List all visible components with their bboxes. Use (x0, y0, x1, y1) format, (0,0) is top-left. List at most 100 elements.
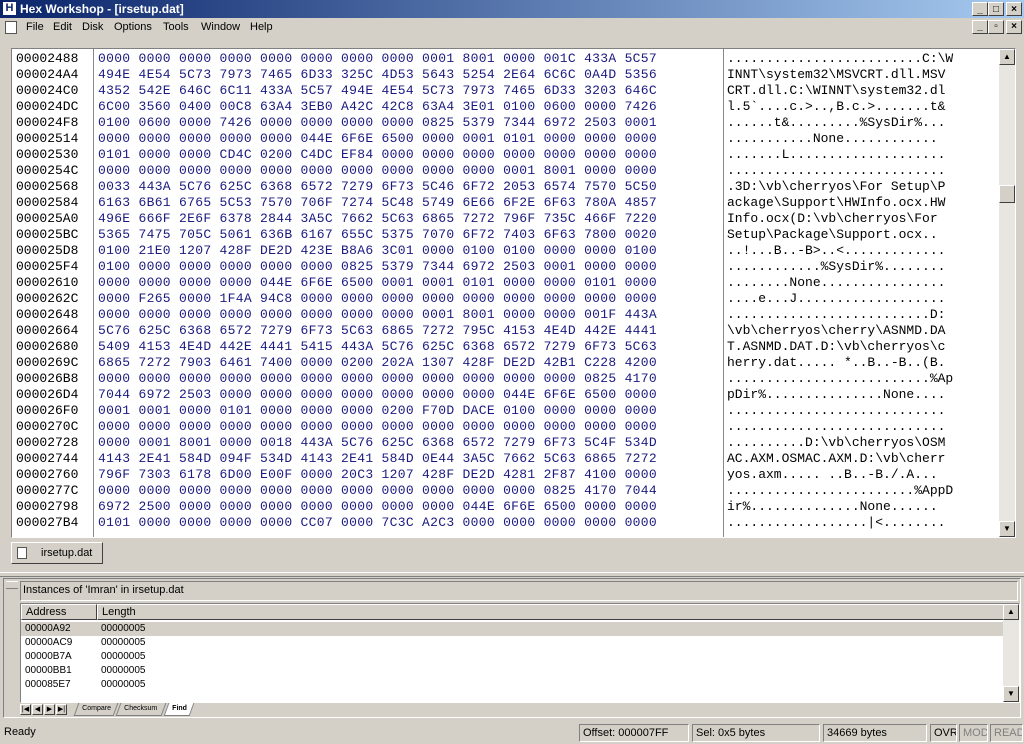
hex-row-bytes[interactable]: 5365 7475 705C 5061 636B 6167 655C 5375 … (98, 227, 657, 243)
scroll-thumb[interactable] (999, 185, 1015, 203)
hex-row-ascii[interactable]: ..........D:\vb\cherryos\OSM (727, 435, 945, 451)
hex-row-ascii[interactable]: ..!...B..-B>..<............. (727, 243, 945, 259)
hex-row[interactable]: 00002584 6163 6B61 6765 5C53 7570 706F 72… (12, 195, 997, 211)
hex-row[interactable]: 00002744 4143 2E41 584D 094F 534D 4143 2E… (12, 451, 997, 467)
hex-row[interactable]: 000025F4 0100 0000 0000 0000 0000 0000 08… (12, 259, 997, 275)
hex-row-bytes[interactable]: 0000 0000 0000 0000 0000 0000 0000 0000 … (98, 483, 657, 499)
hex-row[interactable]: 000026F0 0001 0001 0000 0101 0000 0000 00… (12, 403, 997, 419)
hex-row[interactable]: 0000269C 6865 7272 7903 6461 7400 0000 02… (12, 355, 997, 371)
hex-row-ascii[interactable]: ackage\Support\HWInfo.ocx.HW (727, 195, 945, 211)
hex-row-ascii[interactable]: ........None................ (727, 275, 945, 291)
result-row[interactable]: 000085E7 00000005 (21, 678, 1005, 692)
doc-close-button[interactable]: × (1006, 20, 1022, 34)
hex-row-ascii[interactable]: pDir%...............None.... (727, 387, 945, 403)
hex-row-bytes[interactable]: 0000 0000 0000 0000 0000 0000 0000 0000 … (98, 163, 657, 179)
hex-row-bytes[interactable]: 6865 7272 7903 6461 7400 0000 0200 202A … (98, 355, 657, 371)
scroll-down-button[interactable]: ▼ (999, 521, 1015, 537)
tab-first-button[interactable]: |◀ (20, 704, 31, 715)
results-vertical-scrollbar[interactable]: ▲ ▼ (1003, 604, 1019, 702)
doc-minimize-button[interactable]: _ (972, 20, 988, 34)
hex-row-bytes[interactable]: 0000 0000 0000 0000 0000 0000 0000 0000 … (98, 371, 657, 387)
hex-row-bytes[interactable]: 6163 6B61 6765 5C53 7570 706F 7274 5C48 … (98, 195, 657, 211)
result-row[interactable]: 00000AC9 00000005 (21, 636, 1005, 650)
hex-row[interactable]: 00002728 0000 0001 8001 0000 0018 443A 5C… (12, 435, 997, 451)
hex-row[interactable]: 00002680 5409 4153 4E4D 442E 4441 5415 44… (12, 339, 997, 355)
menu-options[interactable]: Options (114, 21, 152, 33)
doc-restore-button[interactable]: ▫ (988, 20, 1004, 34)
hex-row-ascii[interactable]: herry.dat..... *..B..-B..(B. (727, 355, 945, 371)
menu-tools[interactable]: Tools (163, 21, 189, 33)
menu-disk[interactable]: Disk (82, 21, 103, 33)
hex-row-ascii[interactable]: .3D:\vb\cherryos\For Setup\P (727, 179, 945, 195)
hex-row[interactable]: 0000270C 0000 0000 0000 0000 0000 0000 00… (12, 419, 997, 435)
hex-row-ascii[interactable]: yos.axm..... ..B..-B./.A... (727, 467, 938, 483)
hex-row-ascii[interactable]: \vb\cherryos\cherry\ASNMD.DA (727, 323, 945, 339)
hex-row[interactable]: 00002514 0000 0000 0000 0000 0000 044E 6F… (12, 131, 997, 147)
hex-row-ascii[interactable]: ..........................D: (727, 307, 945, 323)
hex-editor-view[interactable]: 00002488 0000 0000 0000 0000 0000 0000 00… (11, 48, 1016, 538)
hex-row[interactable]: 000025A0 496E 666F 2E6F 6378 2844 3A5C 76… (12, 211, 997, 227)
hex-row-bytes[interactable]: 0101 0000 0000 CD4C 0200 C4DC EF84 0000 … (98, 147, 657, 163)
hex-row[interactable]: 00002530 0101 0000 0000 CD4C 0200 C4DC EF… (12, 147, 997, 163)
hex-row-ascii[interactable]: ..................|<........ (727, 515, 945, 531)
menu-edit[interactable]: Edit (53, 21, 72, 33)
hex-row[interactable]: 000024A4 494E 4E54 5C73 7973 7465 6D33 32… (12, 67, 997, 83)
panel-splitter[interactable] (0, 572, 1024, 577)
hex-row-ascii[interactable]: INNT\system32\MSVCRT.dll.MSV (727, 67, 945, 83)
column-header-length[interactable]: Length (97, 604, 1005, 620)
hex-row-bytes[interactable]: 496E 666F 2E6F 6378 2844 3A5C 7662 5C63 … (98, 211, 657, 227)
hex-row[interactable]: 000024C0 4352 542E 646C 6C11 433A 5C57 49… (12, 83, 997, 99)
tab-checksum[interactable]: Checksum (115, 703, 167, 716)
hex-vertical-scrollbar[interactable]: ▲ ▼ (999, 49, 1015, 537)
hex-row-ascii[interactable]: l.5`....c.>..,B.c.>.......t& (727, 99, 945, 115)
hex-row[interactable]: 00002648 0000 0000 0000 0000 0000 0000 00… (12, 307, 997, 323)
hex-row-ascii[interactable]: ........................%AppD (727, 483, 953, 499)
hex-row-ascii[interactable]: ............%SysDir%........ (727, 259, 945, 275)
hex-row-bytes[interactable]: 0000 0000 0000 0000 044E 6F6E 6500 0001 … (98, 275, 657, 291)
hex-row-bytes[interactable]: 5409 4153 4E4D 442E 4441 5415 443A 5C76 … (98, 339, 657, 355)
hex-row[interactable]: 000026B8 0000 0000 0000 0000 0000 0000 00… (12, 371, 997, 387)
hex-row-bytes[interactable]: 494E 4E54 5C73 7973 7465 6D33 325C 4D53 … (98, 67, 657, 83)
hex-row[interactable]: 000024F8 0100 0600 0000 7426 0000 0000 00… (12, 115, 997, 131)
hex-row-ascii[interactable]: ...........None............ (727, 131, 938, 147)
hex-row-bytes[interactable]: 0033 443A 5C76 625C 6368 6572 7279 6F73 … (98, 179, 657, 195)
hex-row-bytes[interactable]: 4352 542E 646C 6C11 433A 5C57 494E 4E54 … (98, 83, 657, 99)
hex-row[interactable]: 00002488 0000 0000 0000 0000 0000 0000 00… (12, 51, 997, 67)
hex-row[interactable]: 000025BC 5365 7475 705C 5061 636B 6167 65… (12, 227, 997, 243)
hex-row-bytes[interactable]: 7044 6972 2503 0000 0000 0000 0000 0000 … (98, 387, 657, 403)
hex-row-ascii[interactable]: ir%..............None...... (727, 499, 938, 515)
hex-row-bytes[interactable]: 5C76 625C 6368 6572 7279 6F73 5C63 6865 … (98, 323, 657, 339)
document-tab[interactable]: irsetup.dat (11, 542, 103, 564)
hex-row-ascii[interactable]: ....e...J................... (727, 291, 945, 307)
column-header-address[interactable]: Address (21, 604, 97, 620)
hex-row[interactable]: 00002664 5C76 625C 6368 6572 7279 6F73 5C… (12, 323, 997, 339)
tab-find[interactable]: Find (163, 703, 195, 716)
tab-compare[interactable]: Compare (73, 703, 119, 716)
hex-row[interactable]: 000026D4 7044 6972 2503 0000 0000 0000 00… (12, 387, 997, 403)
hex-row[interactable]: 000024DC 6C00 3560 0400 00C8 63A4 3EB0 A4… (12, 99, 997, 115)
hex-row-bytes[interactable]: 0000 0000 0000 0000 0000 044E 6F6E 6500 … (98, 131, 657, 147)
hex-row-ascii[interactable]: ............................ (727, 163, 945, 179)
hex-row-ascii[interactable]: .......L.................... (727, 147, 945, 163)
hex-row-ascii[interactable]: ..........................%Ap (727, 371, 953, 387)
hex-row-bytes[interactable]: 0101 0000 0000 0000 0000 CC07 0000 7C3C … (98, 515, 657, 531)
close-button[interactable]: × (1006, 2, 1022, 16)
hex-row-bytes[interactable]: 6C00 3560 0400 00C8 63A4 3EB0 A42C 42C8 … (98, 99, 657, 115)
tab-prev-button[interactable]: ◀ (32, 704, 43, 715)
hex-row-bytes[interactable]: 0000 0000 0000 0000 0000 0000 0000 0000 … (98, 307, 657, 323)
hex-row[interactable]: 0000254C 0000 0000 0000 0000 0000 0000 00… (12, 163, 997, 179)
menu-file[interactable]: File (26, 21, 44, 33)
hex-row-bytes[interactable]: 6972 2500 0000 0000 0000 0000 0000 0000 … (98, 499, 657, 515)
hex-row-ascii[interactable]: .........................C:\W (727, 51, 953, 67)
tab-last-button[interactable]: ▶| (56, 704, 67, 715)
document-icon[interactable] (5, 21, 17, 34)
hex-row-ascii[interactable]: Info.ocx(D:\vb\cherryos\For (727, 211, 945, 227)
result-row[interactable]: 00000A92 00000005 (21, 622, 1005, 636)
hex-row-bytes[interactable]: 4143 2E41 584D 094F 534D 4143 2E41 584D … (98, 451, 657, 467)
hex-row[interactable]: 00002798 6972 2500 0000 0000 0000 0000 00… (12, 499, 997, 515)
hex-row[interactable]: 0000277C 0000 0000 0000 0000 0000 0000 00… (12, 483, 997, 499)
hex-row-ascii[interactable]: ......t&.........%SysDir%... (727, 115, 945, 131)
hex-row-ascii[interactable]: Setup\Package\Support.ocx.. (727, 227, 945, 243)
menu-help[interactable]: Help (250, 21, 273, 33)
hex-row-bytes[interactable]: 0000 0000 0000 0000 0000 0000 0000 0000 … (98, 51, 657, 67)
